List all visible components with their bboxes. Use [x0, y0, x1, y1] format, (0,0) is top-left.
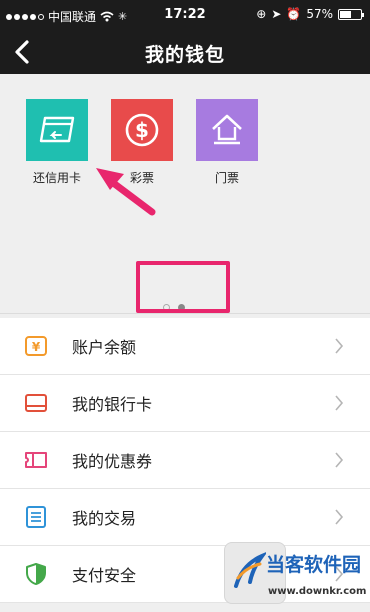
- menu-item-transactions[interactable]: 我的交易: [0, 489, 370, 546]
- chevron-right-icon: [335, 338, 344, 354]
- menu-item-bank-card[interactable]: 我的银行卡: [0, 375, 370, 432]
- annotation-arrow-icon: [96, 168, 156, 216]
- coupon-icon: [24, 448, 48, 472]
- chevron-right-icon: [335, 452, 344, 468]
- menu-item-label: 账户余额: [72, 338, 137, 357]
- svg-text:¥: ¥: [32, 340, 41, 354]
- bank-card-icon: [24, 391, 48, 415]
- menu-item-label: 我的交易: [72, 509, 137, 528]
- yen-balance-icon: ¥: [24, 334, 48, 358]
- wallet-screen: 中国联通 ✳ 17:22 ⊕ ➤ ⏰ 57% 我的钱包 还信用卡 $ 彩票 门票…: [0, 0, 370, 612]
- chevron-right-icon: [335, 509, 344, 525]
- chevron-right-icon: [335, 395, 344, 411]
- transaction-list-icon: [24, 505, 48, 529]
- menu-item-balance[interactable]: ¥ 账户余额: [0, 318, 370, 375]
- downkr-logo-icon: [234, 552, 266, 588]
- menu-item-label: 我的银行卡: [72, 395, 153, 414]
- watermark-url: www.downkr.com: [268, 586, 367, 597]
- site-watermark: 当客软件园 www.downkr.com: [224, 542, 370, 612]
- watermark-name: 当客软件园: [266, 554, 362, 576]
- menu-item-coupon[interactable]: 我的优惠券: [0, 432, 370, 489]
- menu-item-label: 支付安全: [72, 566, 137, 585]
- shield-icon: [24, 562, 48, 586]
- menu-item-label: 我的优惠券: [72, 452, 153, 471]
